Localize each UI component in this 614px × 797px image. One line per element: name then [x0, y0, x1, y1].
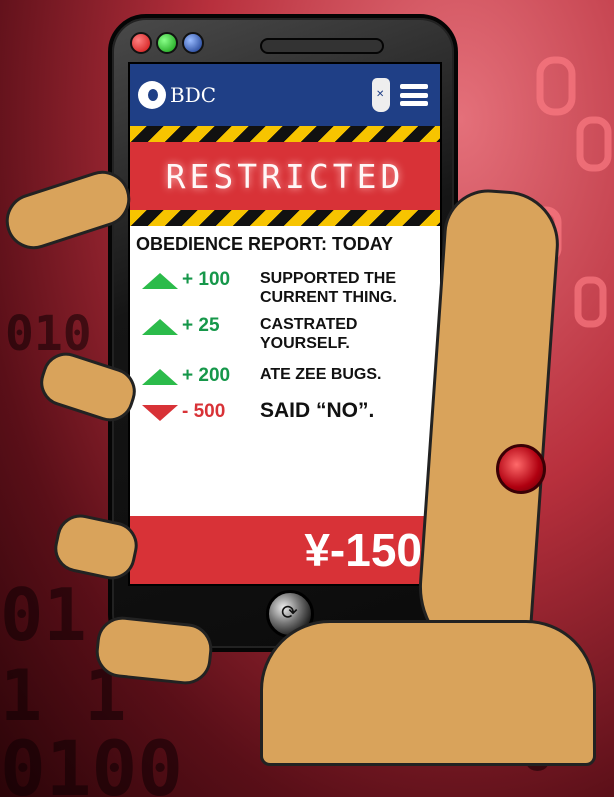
report-row: - 500 SAID “NO”.	[130, 399, 440, 423]
score-reason: CASTRATED YOURSELF.	[260, 316, 358, 352]
blue-dot-icon	[182, 32, 204, 54]
speaker-grille	[260, 38, 384, 54]
hazard-stripe-bottom	[130, 210, 440, 226]
window-dots	[130, 32, 204, 54]
up-arrow-icon	[142, 369, 178, 385]
green-dot-icon	[156, 32, 178, 54]
score-reason: SUPPORTED THE CURRENT THING.	[260, 270, 397, 306]
hand-icon[interactable]	[372, 78, 390, 112]
score-balance: ¥-150	[130, 516, 440, 584]
restricted-banner: RESTRICTED	[130, 142, 440, 210]
menu-icon[interactable]	[400, 84, 428, 106]
gear-logo-icon	[138, 81, 166, 109]
menu-line	[400, 92, 428, 98]
up-arrow-icon	[142, 319, 178, 335]
wrist	[260, 620, 596, 766]
score-delta: + 200	[182, 365, 231, 386]
svg-text:0100: 0100	[0, 724, 183, 797]
score-delta: + 100	[182, 269, 231, 290]
top-app-bar: BDC	[130, 64, 440, 126]
wound-marker-icon	[496, 444, 546, 494]
down-arrow-icon	[142, 405, 178, 421]
up-arrow-icon	[142, 273, 178, 289]
app-logo[interactable]: BDC	[138, 81, 216, 109]
score-reason: SAID “NO”.	[260, 399, 375, 422]
toolbar-icons	[372, 78, 428, 112]
svg-text:010: 010	[5, 306, 92, 362]
red-dot-icon	[130, 32, 152, 54]
report-row: + 100 SUPPORTED THE CURRENT THING.	[130, 269, 440, 307]
report-title: OBEDIENCE REPORT: TODAY	[136, 234, 394, 254]
score-delta: - 500	[182, 401, 226, 422]
svg-text:01: 01	[0, 573, 87, 657]
report-row: + 200 ATE ZEE BUGS.	[130, 365, 440, 387]
menu-line	[400, 84, 428, 89]
menu-line	[400, 101, 428, 106]
score-reason: ATE ZEE BUGS.	[260, 366, 382, 383]
smartphone: BDC RESTRICTED OBEDIENCE REPORT: TODAY +	[108, 14, 458, 652]
hazard-stripe-top	[130, 126, 440, 142]
score-delta: + 25	[182, 315, 220, 336]
report-row: + 25 CASTRATED YOURSELF.	[130, 315, 440, 353]
scene: 010 01 1 1 0100 0 BDC	[0, 0, 614, 797]
phone-screen: BDC RESTRICTED OBEDIENCE REPORT: TODAY +	[128, 62, 442, 586]
logo-text: BDC	[170, 83, 217, 107]
